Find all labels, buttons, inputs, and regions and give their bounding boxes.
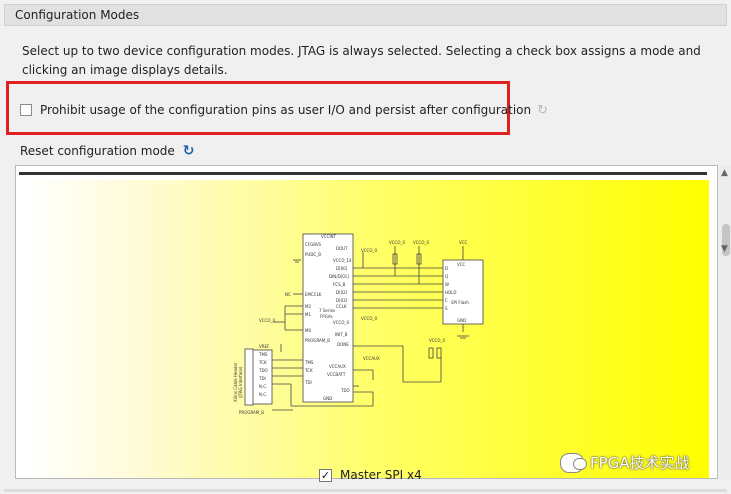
master-spi-label: Master SPI x4 <box>340 468 422 482</box>
svg-text:PROGRAM_B: PROGRAM_B <box>239 410 264 415</box>
svg-text:M0: M0 <box>305 328 311 333</box>
reset-refresh-icon[interactable]: ↻ <box>183 143 195 159</box>
flash-label: SPI Flash <box>451 300 469 305</box>
svg-text:N.C.: N.C. <box>259 384 267 389</box>
svg-text:GND: GND <box>323 396 332 401</box>
checkmark-icon: ✓ <box>320 468 331 482</box>
watermark-text: FPGA技术实战 <box>590 454 690 472</box>
panel-title: Configuration Modes <box>15 8 140 22</box>
svg-text:M2: M2 <box>305 304 311 309</box>
svg-text:VCCO_0: VCCO_0 <box>259 318 275 323</box>
svg-text:TMS: TMS <box>258 352 268 357</box>
svg-text:W: W <box>445 282 449 287</box>
viewer-scrollbar[interactable]: ▲ ▼ <box>719 166 731 480</box>
previous-mode-image-edge <box>19 172 707 175</box>
svg-text:VCCO_0: VCCO_0 <box>333 320 349 325</box>
svg-text:TCK: TCK <box>258 360 267 365</box>
svg-text:D[03]: D[03] <box>336 298 348 303</box>
svg-text:HOLD: HOLD <box>445 290 456 295</box>
svg-text:VCCAUX: VCCAUX <box>363 356 380 361</box>
svg-text:TMS: TMS <box>304 360 314 365</box>
flash-pin-vcc: VCC <box>457 262 466 267</box>
svg-text:INIT_B: INIT_B <box>335 332 348 337</box>
svg-text:FCS_B: FCS_B <box>333 282 346 287</box>
reset-config-mode-link[interactable]: Reset configuration mode ↻ <box>20 142 195 160</box>
svg-text:TDI: TDI <box>304 380 312 385</box>
svg-text:TDO: TDO <box>340 388 350 393</box>
svg-text:VCCO_14: VCCO_14 <box>333 258 352 263</box>
prohibit-option[interactable]: Prohibit usage of the configuration pins… <box>20 101 548 119</box>
svg-text:EMCCLK: EMCCLK <box>305 292 322 297</box>
scroll-down-icon[interactable]: ▼ <box>721 244 728 254</box>
svg-text:DONE: DONE <box>337 342 349 347</box>
fpga-pin-cfgbvs: CFGBVS <box>305 242 322 247</box>
fpga-pin-vccint: VCCINT <box>321 234 336 239</box>
panel-description: Select up to two device configuration mo… <box>22 44 701 77</box>
reset-label: Reset configuration mode <box>20 144 175 158</box>
mode-image-card[interactable]: VCCINT CFGBVS PUDC_B DOUT VCCO_14 D[00] … <box>23 180 709 482</box>
svg-text:VCCBATT: VCCBATT <box>327 372 346 377</box>
svg-text:TDO: TDO <box>258 368 268 373</box>
svg-text:VREF: VREF <box>259 344 270 349</box>
prohibit-checkbox[interactable] <box>20 104 32 116</box>
watermark: FPGA技术实战 <box>560 452 690 473</box>
svg-text:Q: Q <box>445 274 448 279</box>
svg-text:CCLK: CCLK <box>336 304 347 309</box>
panel-bottom-edge <box>4 489 727 492</box>
svg-text:TCK: TCK <box>304 368 313 373</box>
svg-text:VCC: VCC <box>459 240 468 245</box>
svg-text:VCCO_0: VCCO_0 <box>389 240 405 245</box>
prohibit-label: Prohibit usage of the configuration pins… <box>40 103 532 117</box>
svg-text:D[02]: D[02] <box>336 290 348 295</box>
master-spi-option[interactable]: ✓ Master SPI x4 <box>319 468 422 482</box>
svg-text:M1: M1 <box>305 312 311 317</box>
master-spi-schematic[interactable]: VCCINT CFGBVS PUDC_B DOUT VCCO_14 D[00] … <box>23 180 709 478</box>
svg-text:NC: NC <box>285 292 291 297</box>
svg-text:VCCO_0: VCCO_0 <box>361 248 377 253</box>
svg-text:D[00]: D[00] <box>336 266 348 271</box>
svg-text:VCCO_0: VCCO_0 <box>429 338 445 343</box>
svg-text:DIN/D[01]: DIN/D[01] <box>329 274 349 279</box>
panel-header: Configuration Modes <box>4 4 727 26</box>
svg-text:DOUT: DOUT <box>336 246 348 251</box>
fpga-label: 7 Series <box>319 308 335 313</box>
mode-image-viewer: VCCINT CFGBVS PUDC_B DOUT VCCO_14 D[00] … <box>15 165 731 482</box>
wechat-icon <box>560 452 587 473</box>
master-spi-checkbox[interactable]: ✓ <box>319 468 332 482</box>
scroll-up-icon[interactable]: ▲ <box>721 168 728 178</box>
svg-text:VCCAUX: VCCAUX <box>329 364 346 369</box>
svg-text:C: C <box>445 298 448 303</box>
svg-text:FPGAs: FPGAs <box>320 314 333 319</box>
svg-text:PUDC_B: PUDC_B <box>305 252 321 257</box>
svg-text:D: D <box>445 266 448 271</box>
svg-text:N.C.: N.C. <box>259 392 267 397</box>
refresh-icon[interactable]: ↻ <box>537 103 548 118</box>
svg-text:(JTAG Interface): (JTAG Interface) <box>238 366 243 398</box>
svg-text:VCCO_0: VCCO_0 <box>361 316 377 321</box>
svg-text:PROGRAM_B: PROGRAM_B <box>305 338 330 343</box>
svg-text:GND: GND <box>457 318 466 323</box>
svg-text:TDI: TDI <box>258 376 266 381</box>
svg-text:VCCO_0: VCCO_0 <box>413 240 429 245</box>
